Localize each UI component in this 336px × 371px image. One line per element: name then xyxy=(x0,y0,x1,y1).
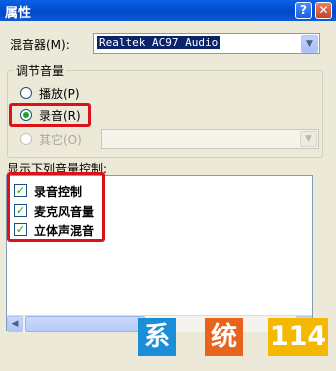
logo-tile-114: 114 xyxy=(268,318,328,356)
window-title: 属性 xyxy=(5,6,32,21)
title-bar[interactable]: 属性 ? ✕ xyxy=(0,0,336,21)
radio-other[interactable] xyxy=(20,133,32,145)
radio-other-label[interactable]: 其它(O) xyxy=(39,131,82,148)
chevron-left-icon[interactable]: ◀ xyxy=(7,316,23,332)
adjust-volume-caption: 调节音量 xyxy=(14,62,67,79)
mixer-select[interactable]: Realtek AC97 Audio ▼ xyxy=(93,33,320,54)
chevron-down-icon[interactable]: ▼ xyxy=(301,35,318,53)
mixer-selected-value: Realtek AC97 Audio xyxy=(97,36,221,49)
logo-tile-xi: 系 xyxy=(138,318,176,356)
other-device-select[interactable]: ▼ xyxy=(101,129,319,149)
mixer-label: 混音器(M): xyxy=(10,38,70,52)
scrollbar-thumb[interactable] xyxy=(25,316,145,332)
radio-playback[interactable] xyxy=(20,87,32,99)
close-button[interactable]: ✕ xyxy=(315,2,332,19)
logo-tile-tong: 统 xyxy=(205,318,243,356)
chevron-down-icon[interactable]: ▼ xyxy=(300,131,317,147)
help-button[interactable]: ? xyxy=(295,2,312,19)
radio-recording-label[interactable]: 录音(R) xyxy=(39,107,81,124)
highlight-controls xyxy=(7,172,105,242)
radio-recording[interactable] xyxy=(20,109,32,121)
radio-playback-label[interactable]: 播放(P) xyxy=(39,85,80,102)
